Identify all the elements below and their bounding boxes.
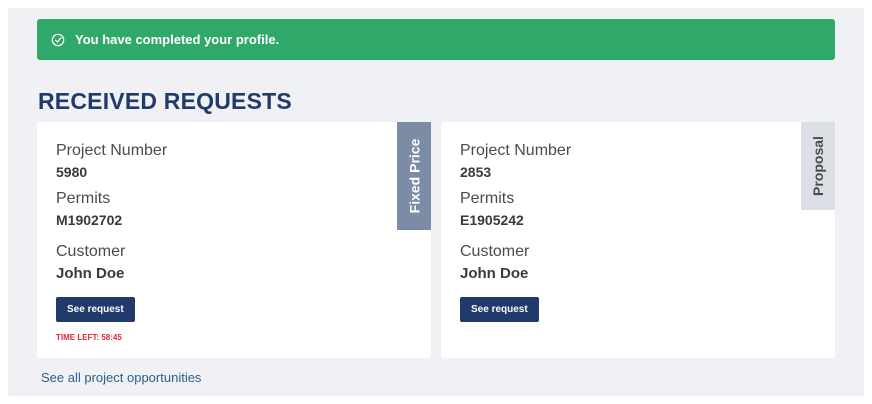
request-card: Fixed Price Project Number 5980 Permits … [37,122,431,358]
pricing-type-label: Fixed Price [406,138,423,214]
project-number-label: Project Number [56,142,168,159]
customer-label: Customer [460,243,530,260]
customer-value: John Doe [460,265,529,282]
see-request-button[interactable]: See request [56,297,135,322]
request-card: Proposal Project Number 2853 Permits E19… [441,122,835,358]
project-number-value: 5980 [56,164,88,180]
profile-complete-alert: You have completed your profile. [37,19,835,60]
permits-value: E1905242 [460,212,524,228]
project-number-label: Project Number [460,142,572,159]
see-request-button[interactable]: See request [460,297,539,322]
permits-label: Permits [56,190,111,207]
pricing-type-label: Proposal [810,136,826,196]
main-panel: You have completed your profile. RECEIVE… [8,8,864,396]
see-all-opportunities-link[interactable]: See all project opportunities [41,370,201,385]
customer-label: Customer [56,243,126,260]
pricing-type-tag: Proposal [801,122,835,210]
project-number-value: 2853 [460,164,492,180]
alert-text: You have completed your profile. [75,32,280,47]
permits-value: M1902702 [56,212,123,228]
time-left-text: TIME LEFT: 58:45 [56,333,122,342]
pricing-type-tag: Fixed Price [397,122,431,230]
permits-label: Permits [460,190,515,207]
customer-value: John Doe [56,265,125,282]
section-title: RECEIVED REQUESTS [38,88,292,114]
check-circle-icon [51,33,65,47]
